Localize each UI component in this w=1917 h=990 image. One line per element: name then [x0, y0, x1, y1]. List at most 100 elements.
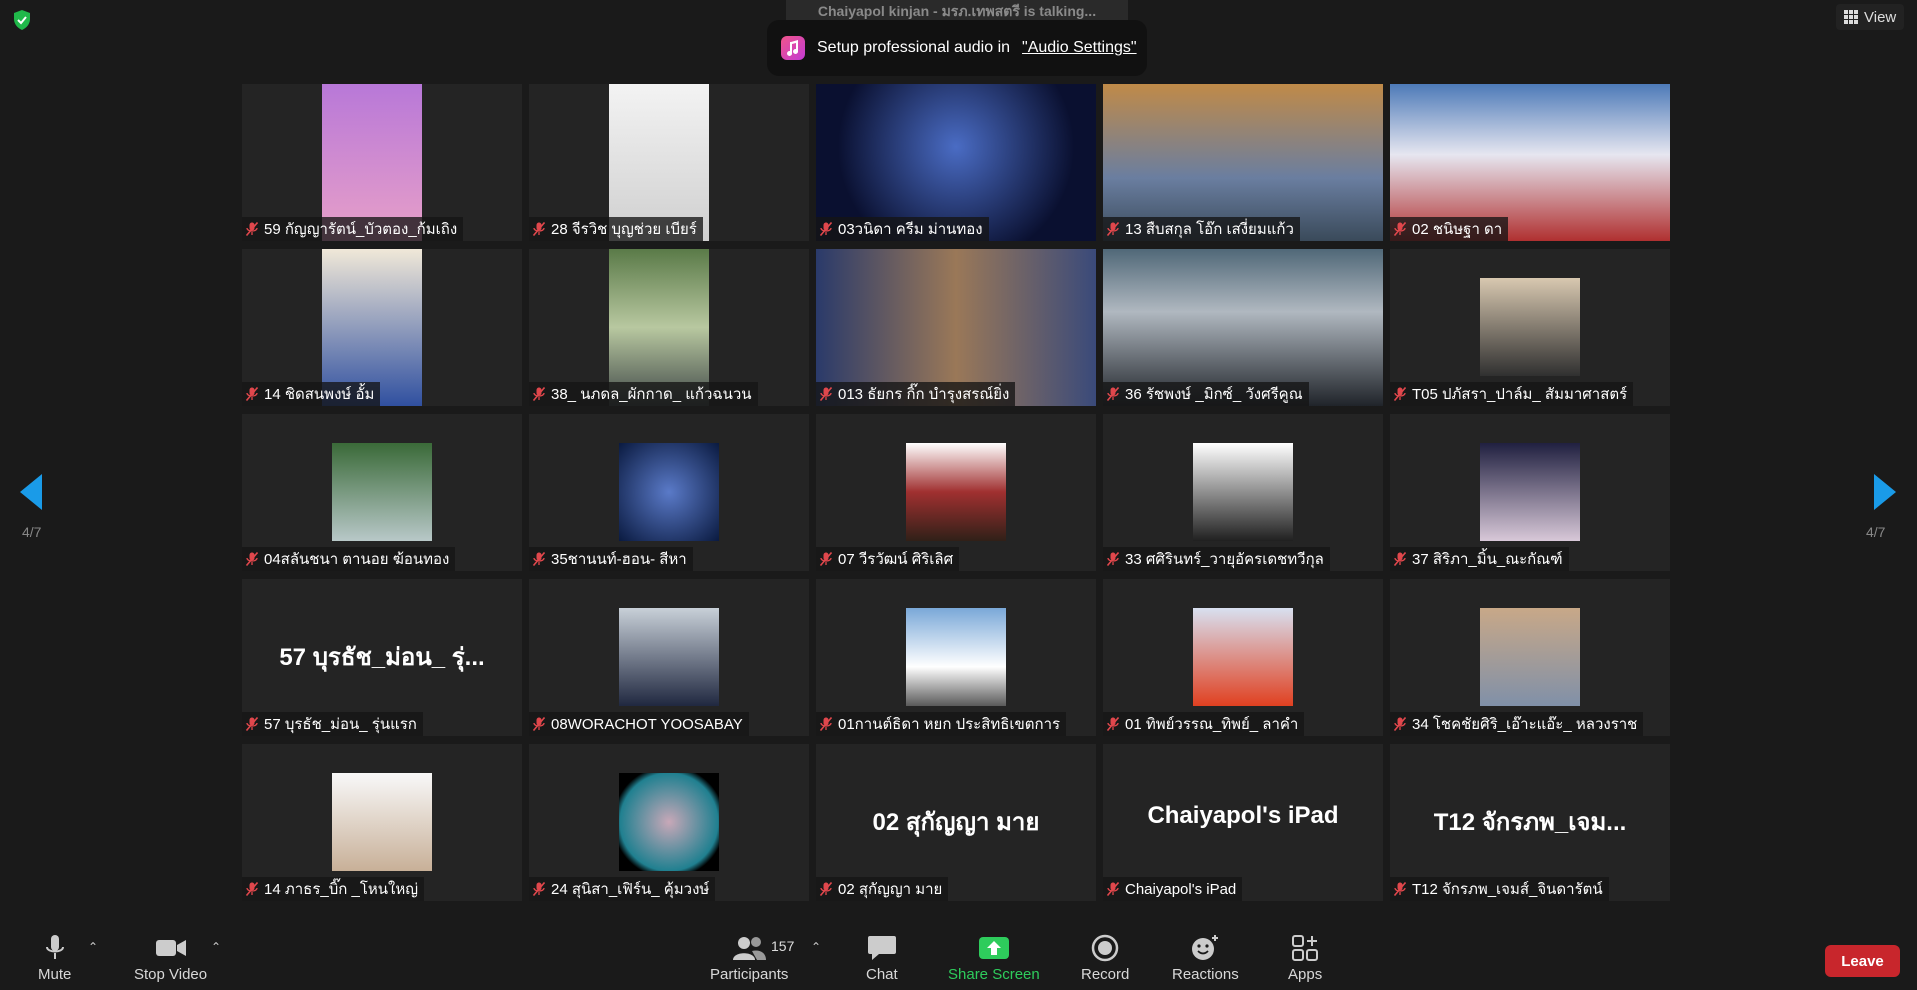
- participant-name: Chaiyapol's iPad: [1125, 880, 1237, 898]
- participant-tile[interactable]: Chaiyapol's iPad Chaiyapol's iPad: [1103, 744, 1383, 901]
- share-screen-button[interactable]: Share Screen: [948, 934, 1040, 983]
- grid-icon: [1844, 10, 1858, 24]
- participant-name: 36 รัชพงษ์ _มิกซ์_ วังศรีคูณ: [1125, 386, 1303, 403]
- microphone-icon: [45, 935, 64, 959]
- participant-name-label: 01 ทิพย์วรรณ_ทิพย์_ ลาคำ: [1103, 712, 1305, 736]
- muted-microphone-icon: [1107, 717, 1119, 731]
- active-speaker-banner: Chaiyapol kinjan - มรภ.เทพสตรี is talkin…: [786, 0, 1128, 22]
- participant-name-label: 02 สุกัญญา มาย: [816, 877, 949, 901]
- encryption-shield-icon[interactable]: [10, 8, 34, 32]
- participant-tile[interactable]: T05 ปภัสรา_ปาล์ม_ สัมมาศาสตร์: [1390, 249, 1670, 406]
- participant-tile[interactable]: 14 ชิดสนพงษ์ อั้ม: [242, 249, 522, 406]
- participant-name-label: 28 จีรวิช บุญช่วย เบียร์: [529, 217, 703, 241]
- participant-avatar: [1480, 443, 1580, 541]
- previous-page-arrow-icon[interactable]: [20, 474, 44, 510]
- participant-tile[interactable]: 36 รัชพงษ์ _มิกซ์_ วังศรีคูณ: [1103, 249, 1383, 406]
- participant-name-label: 01กานต์ธิดา หยก ประสิทธิเขตการ: [816, 712, 1067, 736]
- share-screen-label: Share Screen: [948, 966, 1040, 983]
- participant-tile[interactable]: 33 ศศิรินทร์_วายุอัครเดชทวีกุล: [1103, 414, 1383, 571]
- participant-tile[interactable]: 14 ภาธร_บิ๊ก _โหนใหญ่: [242, 744, 522, 901]
- video-camera-icon: [155, 940, 186, 956]
- participant-tile[interactable]: 35ชานนท์-ฮอน- สีหา: [529, 414, 809, 571]
- muted-microphone-icon: [820, 717, 832, 731]
- participant-tile[interactable]: 01กานต์ธิดา หยก ประสิทธิเขตการ: [816, 579, 1096, 736]
- muted-microphone-icon: [533, 882, 545, 896]
- view-label: View: [1864, 8, 1897, 26]
- participant-tile[interactable]: 04สลันชนา ตานอย ฆ้อนทอง: [242, 414, 522, 571]
- participant-name-label: 08WORACHOT YOOSABAY: [529, 712, 749, 736]
- muted-microphone-icon: [1394, 222, 1406, 236]
- participant-tile[interactable]: 013 ธัยกร กิ๊ก บำรุงสรณ์ยิ่ง: [816, 249, 1096, 406]
- apps-button[interactable]: Apps: [1288, 934, 1322, 983]
- participant-tile[interactable]: 08WORACHOT YOOSABAY: [529, 579, 809, 736]
- reactions-label: Reactions: [1172, 966, 1239, 983]
- participant-tile[interactable]: 13 สืบสกุล โอ๊ก เสงี่ยมแก้ว: [1103, 84, 1383, 241]
- participant-avatar: [1480, 278, 1580, 376]
- participant-name: 34 โชคชัยศิริ_เอ๊าะแอ๊ะ_ หลวงราช: [1412, 716, 1638, 733]
- muted-microphone-icon: [533, 387, 545, 401]
- record-icon: [1091, 934, 1119, 962]
- participant-name: 33 ศศิรินทร์_วายุอัครเดชทวีกุล: [1125, 551, 1324, 568]
- participant-name-label: 36 รัชพงษ์ _มิกซ์_ วังศรีคูณ: [1103, 382, 1309, 406]
- record-label: Record: [1081, 966, 1130, 983]
- participant-name: 13 สืบสกุล โอ๊ก เสงี่ยมแก้ว: [1125, 221, 1294, 238]
- participant-avatar: [619, 608, 719, 706]
- chat-button[interactable]: Chat: [866, 934, 898, 983]
- participant-name-label: 14 ชิดสนพงษ์ อั้ม: [242, 382, 381, 406]
- video-options-caret-icon[interactable]: ⌃: [211, 940, 221, 954]
- participant-name: 03วนิดา ครีม ม่านทอง: [838, 221, 983, 238]
- audio-settings-link[interactable]: "Audio Settings": [1022, 39, 1137, 57]
- participant-name: 14 ชิดสนพงษ์ อั้ม: [264, 386, 375, 403]
- smiley-plus-icon: [1192, 935, 1219, 960]
- muted-microphone-icon: [1107, 387, 1119, 401]
- page-indicator-left: 4/7: [22, 524, 42, 540]
- reactions-button[interactable]: Reactions: [1172, 934, 1239, 983]
- participant-tile[interactable]: 24 สุนิสา_เฟิร์น_ คุ้มวงษ์: [529, 744, 809, 901]
- participant-tile[interactable]: 37 สิริภา_มิ้น_ณะกัณฑ์: [1390, 414, 1670, 571]
- muted-microphone-icon: [820, 552, 832, 566]
- apps-icon: [1292, 935, 1319, 961]
- participant-name: 57 บุรธัช_ม่อน_ รุ่นแรก: [264, 716, 417, 733]
- muted-microphone-icon: [1394, 717, 1406, 731]
- participant-count: 157: [771, 938, 795, 954]
- muted-microphone-icon: [1107, 882, 1119, 896]
- participants-icon: [733, 937, 767, 960]
- participant-tile[interactable]: 59 กัญญารัตน์_บัวตอง_ก้มเถิง: [242, 84, 522, 241]
- participant-tile[interactable]: 57 บุรธัช_ม่อน_ รุ่... 57 บุรธัช_ม่อน_ รุ…: [242, 579, 522, 736]
- participant-tile[interactable]: 02 สุกัญญา มาย 02 สุกัญญา มาย: [816, 744, 1096, 901]
- participant-avatar: [619, 443, 719, 541]
- participant-tile[interactable]: 38_ นภดล_ผักกาด_ แก้วฉนวน: [529, 249, 809, 406]
- next-page-arrow-icon[interactable]: [1872, 474, 1896, 510]
- participant-avatar: [1480, 608, 1580, 706]
- participant-name-label: 13 สืบสกุล โอ๊ก เสงี่ยมแก้ว: [1103, 217, 1300, 241]
- leave-meeting-button[interactable]: Leave: [1825, 945, 1900, 977]
- participant-avatar: [906, 608, 1006, 706]
- share-screen-icon: [978, 937, 1009, 959]
- participant-name: 04สลันชนา ตานอย ฆ้อนทอง: [264, 551, 450, 568]
- muted-microphone-icon: [1394, 882, 1406, 896]
- muted-microphone-icon: [246, 717, 258, 731]
- record-button[interactable]: Record: [1081, 934, 1129, 983]
- participant-tile[interactable]: 07 วีรวัฒน์ ศิริเลิศ: [816, 414, 1096, 571]
- participant-display-name: 57 บุรธัช_ม่อน_ รุ่...: [279, 644, 485, 671]
- participant-tile[interactable]: 01 ทิพย์วรรณ_ทิพย์_ ลาคำ: [1103, 579, 1383, 736]
- muted-microphone-icon: [246, 552, 258, 566]
- participant-name-label: 35ชานนท์-ฮอน- สีหา: [529, 547, 693, 571]
- participant-tile[interactable]: 02 ชนิษฐา ดา: [1390, 84, 1670, 241]
- participant-name: 35ชานนท์-ฮอน- สีหา: [551, 551, 687, 568]
- stop-video-button[interactable]: Stop Video: [134, 934, 207, 983]
- muted-microphone-icon: [820, 387, 832, 401]
- audio-options-caret-icon[interactable]: ⌃: [88, 940, 98, 954]
- participant-tile[interactable]: 28 จีรวิช บุญช่วย เบียร์: [529, 84, 809, 241]
- participant-tile[interactable]: 03วนิดา ครีม ม่านทอง: [816, 84, 1096, 241]
- participant-name: T12 จักรภพ_เจมส์_จินดารัตน์: [1412, 881, 1603, 898]
- participants-options-caret-icon[interactable]: ⌃: [811, 940, 821, 954]
- view-button[interactable]: View: [1836, 4, 1905, 30]
- participant-tile[interactable]: 34 โชคชัยศิริ_เอ๊าะแอ๊ะ_ หลวงราช: [1390, 579, 1670, 736]
- chat-label: Chat: [866, 966, 898, 983]
- participant-name: 02 สุกัญญา มาย: [838, 881, 943, 898]
- participant-avatar: [1193, 443, 1293, 541]
- mute-button[interactable]: Mute: [38, 934, 71, 983]
- participant-name-label: 37 สิริภา_มิ้น_ณะกัณฑ์: [1390, 547, 1569, 571]
- participant-tile[interactable]: T12 จักรภพ_เจม... T12 จักรภพ_เจมส์_จินดาร…: [1390, 744, 1670, 901]
